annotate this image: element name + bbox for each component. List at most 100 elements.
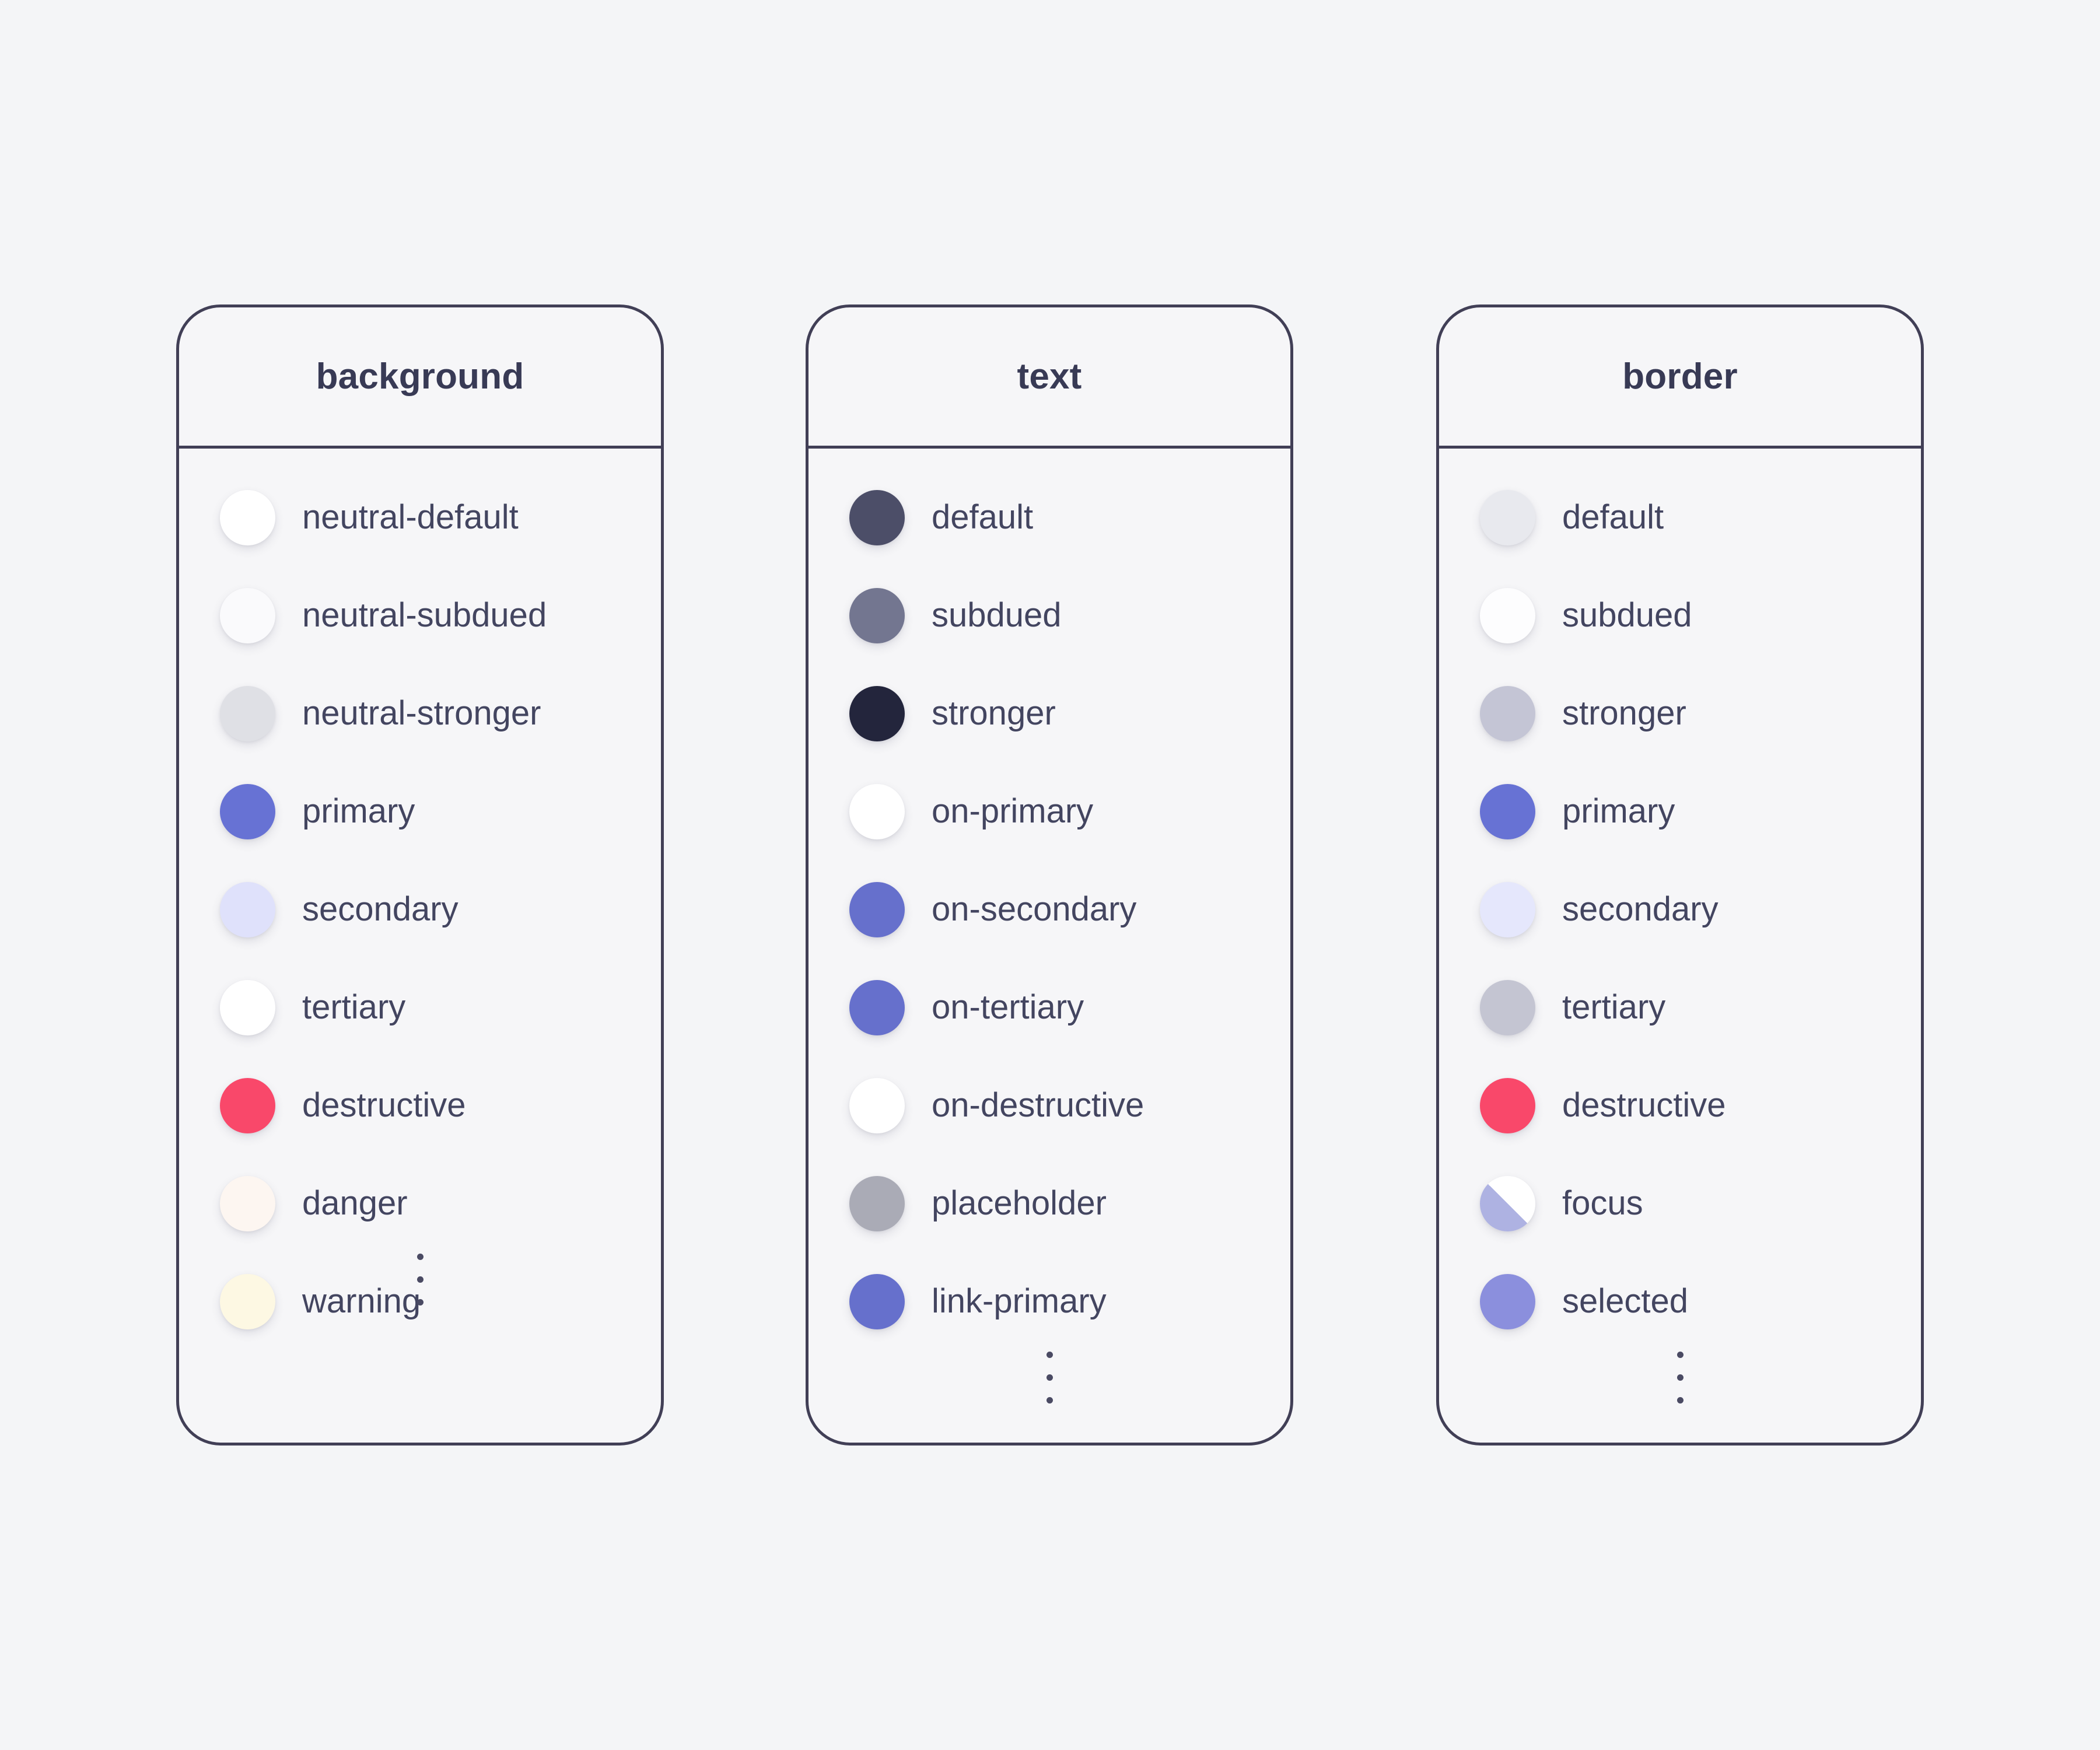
card-header-background: background (179, 307, 661, 449)
token-row[interactable]: on-secondary (808, 860, 1290, 958)
token-list-border: default subdued stronger primary secondary te… (1439, 468, 1921, 1350)
color-swatch-icon (849, 587, 905, 643)
token-label: on-secondary (932, 890, 1137, 928)
token-label: destructive (302, 1086, 466, 1124)
token-row[interactable]: destructive (179, 1056, 661, 1154)
color-swatch-icon (849, 489, 905, 545)
token-row[interactable]: focus (1439, 1154, 1921, 1252)
card-body-border: default subdued stronger primary secondary te… (1439, 449, 1921, 1443)
token-label: neutral-stronger (302, 694, 541, 732)
color-swatch-icon (849, 783, 905, 839)
token-label: placeholder (932, 1184, 1107, 1222)
card-body-background: neutral-default neutral-subdued neutral-st… (179, 449, 661, 1443)
color-swatch-icon (1480, 881, 1535, 937)
color-swatch-icon (1480, 489, 1535, 545)
token-row[interactable]: selected (1439, 1252, 1921, 1350)
swatch-diagonal-split (1480, 1175, 1535, 1231)
token-label: default (932, 498, 1034, 536)
color-swatch-icon (1480, 783, 1535, 839)
token-row[interactable]: stronger (1439, 664, 1921, 762)
token-row[interactable]: subdued (1439, 566, 1921, 664)
token-label: destructive (1562, 1086, 1726, 1124)
token-label: secondary (302, 890, 459, 928)
token-label: neutral-default (302, 498, 519, 536)
token-row[interactable]: tertiary (1439, 958, 1921, 1056)
ellipsis-dot (1676, 1374, 1684, 1381)
token-row[interactable]: subdued (808, 566, 1290, 664)
color-swatch-icon (849, 881, 905, 937)
color-token-board: background neutral-default neutral-subdue… (0, 0, 2100, 1750)
token-label: selected (1562, 1282, 1689, 1320)
ellipsis-dot (416, 1299, 424, 1306)
token-label: secondary (1562, 890, 1718, 928)
ellipsis-dot (1676, 1397, 1684, 1404)
color-swatch-icon (220, 685, 275, 741)
token-label: focus (1562, 1184, 1643, 1222)
ellipsis-dot (1046, 1374, 1053, 1381)
token-row[interactable]: destructive (1439, 1056, 1921, 1154)
vertical-ellipsis-icon (179, 1254, 661, 1306)
token-label: tertiary (302, 988, 406, 1026)
vertical-ellipsis-icon (808, 1352, 1290, 1404)
color-swatch-icon (849, 685, 905, 741)
token-row[interactable]: danger (179, 1154, 661, 1252)
token-label: primary (302, 792, 415, 830)
token-row[interactable]: neutral-subdued (179, 566, 661, 664)
token-row[interactable]: primary (179, 762, 661, 860)
token-row[interactable]: neutral-stronger (179, 664, 661, 762)
token-label: on-tertiary (932, 988, 1084, 1026)
token-row[interactable]: on-tertiary (808, 958, 1290, 1056)
token-label: tertiary (1562, 988, 1666, 1026)
token-label: stronger (932, 694, 1056, 732)
vertical-ellipsis-icon (1439, 1352, 1921, 1404)
color-swatch-icon (1480, 587, 1535, 643)
color-swatch-icon (220, 979, 275, 1035)
color-swatch-icon (220, 1175, 275, 1231)
token-row[interactable]: link-primary (808, 1252, 1290, 1350)
token-row[interactable]: placeholder (808, 1154, 1290, 1252)
token-label: neutral-subdued (302, 596, 547, 634)
token-row[interactable]: secondary (179, 860, 661, 958)
ellipsis-dot (1046, 1397, 1053, 1404)
token-row[interactable]: default (1439, 468, 1921, 566)
color-swatch-icon (220, 881, 275, 937)
color-swatch-icon (849, 1273, 905, 1329)
token-label: default (1562, 498, 1664, 536)
token-list-background: neutral-default neutral-subdued neutral-st… (179, 468, 661, 1350)
token-row[interactable]: tertiary (179, 958, 661, 1056)
card-body-text: default subdued stronger on-primary on-secon… (808, 449, 1290, 1443)
color-swatch-icon (849, 1175, 905, 1231)
token-label: stronger (1562, 694, 1686, 732)
color-swatch-icon (220, 489, 275, 545)
color-swatch-icon (1480, 685, 1535, 741)
color-swatch-icon (849, 1077, 905, 1133)
token-list-text: default subdued stronger on-primary on-secon… (808, 468, 1290, 1350)
token-row[interactable]: primary (1439, 762, 1921, 860)
token-label: danger (302, 1184, 408, 1222)
color-swatch-icon (1480, 1273, 1535, 1329)
token-row[interactable]: stronger (808, 664, 1290, 762)
token-label: subdued (932, 596, 1062, 634)
token-card-background: background neutral-default neutral-subdue… (176, 304, 664, 1446)
color-swatch-icon (220, 783, 275, 839)
color-swatch-icon (1480, 1077, 1535, 1133)
color-swatch-icon (220, 587, 275, 643)
card-title-background: background (316, 356, 524, 397)
color-swatch-icon (849, 979, 905, 1035)
token-card-border: border default subdued stronger primary seco… (1436, 304, 1924, 1446)
token-row[interactable]: secondary (1439, 860, 1921, 958)
ellipsis-dot (416, 1276, 424, 1283)
token-row[interactable]: on-destructive (808, 1056, 1290, 1154)
color-swatch-icon (1480, 1175, 1535, 1231)
token-row[interactable]: neutral-default (179, 468, 661, 566)
token-label: on-primary (932, 792, 1094, 830)
card-header-border: border (1439, 307, 1921, 449)
token-row[interactable]: default (808, 468, 1290, 566)
color-swatch-icon (1480, 979, 1535, 1035)
token-card-text: text default subdued stronger on-primary on-… (806, 304, 1293, 1446)
token-label: link-primary (932, 1282, 1107, 1320)
token-label: on-destructive (932, 1086, 1144, 1124)
token-row[interactable]: on-primary (808, 762, 1290, 860)
card-title-border: border (1622, 356, 1738, 397)
card-title-text: text (1017, 356, 1082, 397)
